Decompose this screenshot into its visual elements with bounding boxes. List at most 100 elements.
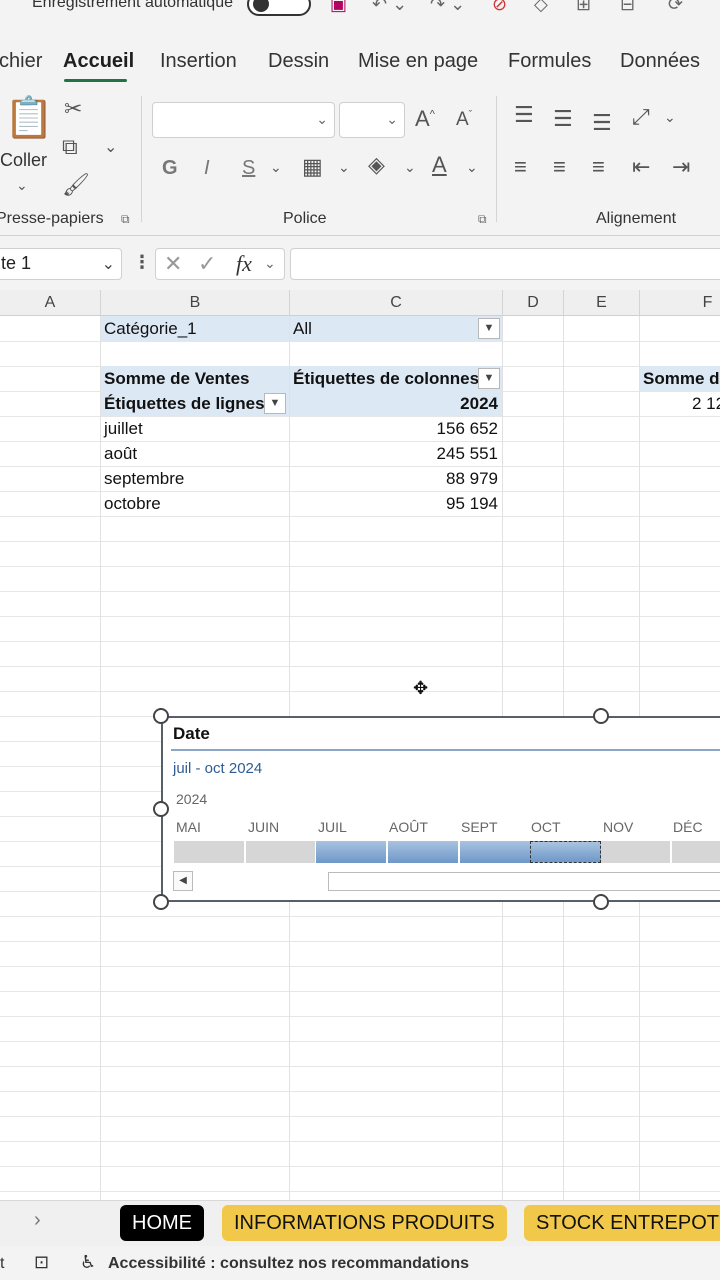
timeline-month-bar-selected[interactable] <box>460 841 530 863</box>
tab-donnees[interactable]: Données <box>620 50 700 73</box>
cancel-icon[interactable]: ✕ <box>164 251 182 277</box>
column-header-e[interactable]: E <box>564 294 639 312</box>
timeline-month-bar[interactable] <box>246 841 315 863</box>
timeline-month-bar-selected[interactable] <box>316 841 386 863</box>
column-header-a[interactable]: A <box>0 294 100 312</box>
increase-indent-icon[interactable]: ⇥ <box>672 156 690 178</box>
pivot-columns-header[interactable]: Étiquettes de colonnes <box>290 366 502 391</box>
timeline-scrollbar[interactable] <box>328 872 720 891</box>
resize-handle[interactable] <box>153 894 169 910</box>
resize-handle[interactable] <box>153 708 169 724</box>
borders-icon[interactable]: ▦ <box>302 156 323 178</box>
enter-icon[interactable]: ✓ <box>198 251 216 277</box>
resize-handle[interactable] <box>153 801 169 817</box>
paste-dropdown-icon[interactable]: ⌄ <box>16 178 28 192</box>
bold-button[interactable]: G <box>162 158 178 178</box>
pivot-year-header[interactable]: 2024 <box>290 391 502 416</box>
underline-button[interactable]: S <box>242 158 255 178</box>
timeline-month-bar[interactable] <box>672 841 720 863</box>
timeline-slicer[interactable]: Date juil - oct 2024 2024 MAI JUIN JUIL … <box>161 716 720 902</box>
accessibility-status[interactable]: Accessibilité : consultez nos recommanda… <box>108 1255 469 1273</box>
formula-input[interactable] <box>290 248 720 280</box>
sheet-tab-informations-produits[interactable]: INFORMATIONS PRODUITS <box>222 1205 507 1241</box>
align-left-icon[interactable]: ≡ <box>514 156 527 178</box>
format-icon[interactable]: ◇ <box>534 0 548 15</box>
autosave-toggle[interactable] <box>247 0 311 16</box>
undo-icon[interactable]: ↶ ⌄ <box>372 0 407 15</box>
resize-handle[interactable] <box>593 894 609 910</box>
more-options-icon[interactable]: ⋮ <box>133 252 151 273</box>
align-top-icon[interactable]: ☰ <box>514 104 534 126</box>
tab-fichier[interactable]: chier <box>0 50 42 73</box>
pivot-side-header[interactable]: Somme de <box>640 366 720 391</box>
fill-color-dropdown-icon[interactable]: ⌄ <box>404 160 416 174</box>
pivot-filter-label[interactable]: Catégorie_1 <box>101 316 289 341</box>
orientation-icon[interactable]: ⤢ <box>632 106 650 128</box>
chevron-right-icon[interactable]: › <box>34 1209 41 1232</box>
tab-accueil[interactable]: Accueil <box>63 50 134 73</box>
pivot-row-value[interactable]: 156 652 <box>290 416 502 441</box>
pivot-row-label[interactable]: août <box>101 441 289 466</box>
underline-dropdown-icon[interactable]: ⌄ <box>270 160 282 174</box>
clipboard-launcher-icon[interactable]: ⧉ <box>121 212 130 227</box>
tab-dessin[interactable]: Dessin <box>268 50 329 73</box>
pivot-row-value[interactable]: 95 194 <box>290 491 502 516</box>
redo-icon[interactable]: ↷ ⌄ <box>430 0 465 15</box>
column-header-c[interactable]: C <box>290 294 502 312</box>
timeline-month-bar[interactable] <box>601 841 670 863</box>
tab-formules[interactable]: Formules <box>508 50 591 73</box>
column-header-d[interactable]: D <box>503 294 563 312</box>
timeline-month-bar[interactable] <box>174 841 244 863</box>
sheet-tab-home[interactable]: HOME <box>120 1205 204 1241</box>
copy-dropdown-icon[interactable]: ⌄ <box>104 140 117 156</box>
align-center-icon[interactable]: ≡ <box>553 156 566 178</box>
filter-dropdown-icon[interactable]: ▼ <box>478 318 500 339</box>
timeline-scroll-left-button[interactable]: ◀ <box>173 871 193 891</box>
decrease-indent-icon[interactable]: ⇤ <box>632 156 650 178</box>
accessibility-icon[interactable]: ♿ <box>80 1252 96 1273</box>
row-filter-icon[interactable]: ▼ <box>264 393 286 414</box>
cut-icon[interactable]: ✂ <box>64 98 82 120</box>
tab-mise-en-page[interactable]: Mise en page <box>358 50 478 73</box>
font-color-dropdown-icon[interactable]: ⌄ <box>466 160 478 174</box>
font-name-select[interactable]: ⌄ <box>152 102 335 138</box>
pivot-side-value[interactable]: 2 12 <box>640 391 720 416</box>
hierarchy-icon[interactable]: ⊟ <box>620 0 635 15</box>
pivot-values-header[interactable]: Somme de Ventes <box>101 366 289 391</box>
timeline-month-bar-selected[interactable] <box>388 841 458 863</box>
clear-filter-icon[interactable]: ⊘ <box>492 0 507 15</box>
copy-icon[interactable]: ⧉ <box>62 136 78 158</box>
borders-dropdown-icon[interactable]: ⌄ <box>338 160 350 174</box>
resize-handle[interactable] <box>593 708 609 724</box>
pivot-rows-header[interactable]: Étiquettes de lignes <box>101 391 289 416</box>
align-right-icon[interactable]: ≡ <box>592 156 605 178</box>
orientation-dropdown-icon[interactable]: ⌄ <box>664 110 676 124</box>
column-header-f[interactable]: F <box>640 294 720 312</box>
grow-font-icon[interactable]: A^ <box>415 108 435 130</box>
pivot-row-value[interactable]: 245 551 <box>290 441 502 466</box>
pivot-row-label[interactable]: septembre <box>101 466 289 491</box>
sheet-tab-stock-entrepot[interactable]: STOCK ENTREPOT <box>524 1205 720 1241</box>
name-box[interactable]: te 1 ⌄ <box>0 248 122 280</box>
paste-icon[interactable]: 📋 <box>4 98 54 138</box>
fill-color-icon[interactable]: ◈ <box>368 154 385 176</box>
insert-function-button[interactable]: fx <box>236 251 252 277</box>
italic-button[interactable]: I <box>204 158 210 178</box>
column-header-b[interactable]: B <box>101 294 289 312</box>
align-bottom-icon[interactable]: ☰ <box>592 112 612 134</box>
save-icon[interactable]: ▣ <box>330 0 347 15</box>
pivot-filter-value[interactable]: All <box>290 316 502 341</box>
paste-label[interactable]: Coller <box>0 150 47 171</box>
font-size-select[interactable]: ⌄ <box>339 102 405 138</box>
font-color-icon[interactable]: A <box>432 154 447 176</box>
tab-insertion[interactable]: Insertion <box>160 50 237 73</box>
align-middle-icon[interactable]: ☰ <box>553 108 573 130</box>
column-filter-icon[interactable]: ▼ <box>478 368 500 389</box>
group-icon[interactable]: ⊞ <box>576 0 591 15</box>
pivot-row-label[interactable]: octobre <box>101 491 289 516</box>
timeline-month-bar-selected[interactable] <box>530 841 601 863</box>
chevron-down-icon[interactable]: ⌄ <box>264 255 276 272</box>
format-painter-icon[interactable]: 🖌 <box>62 174 90 196</box>
pivot-row-value[interactable]: 88 979 <box>290 466 502 491</box>
pivot-row-label[interactable]: juillet <box>101 416 289 441</box>
